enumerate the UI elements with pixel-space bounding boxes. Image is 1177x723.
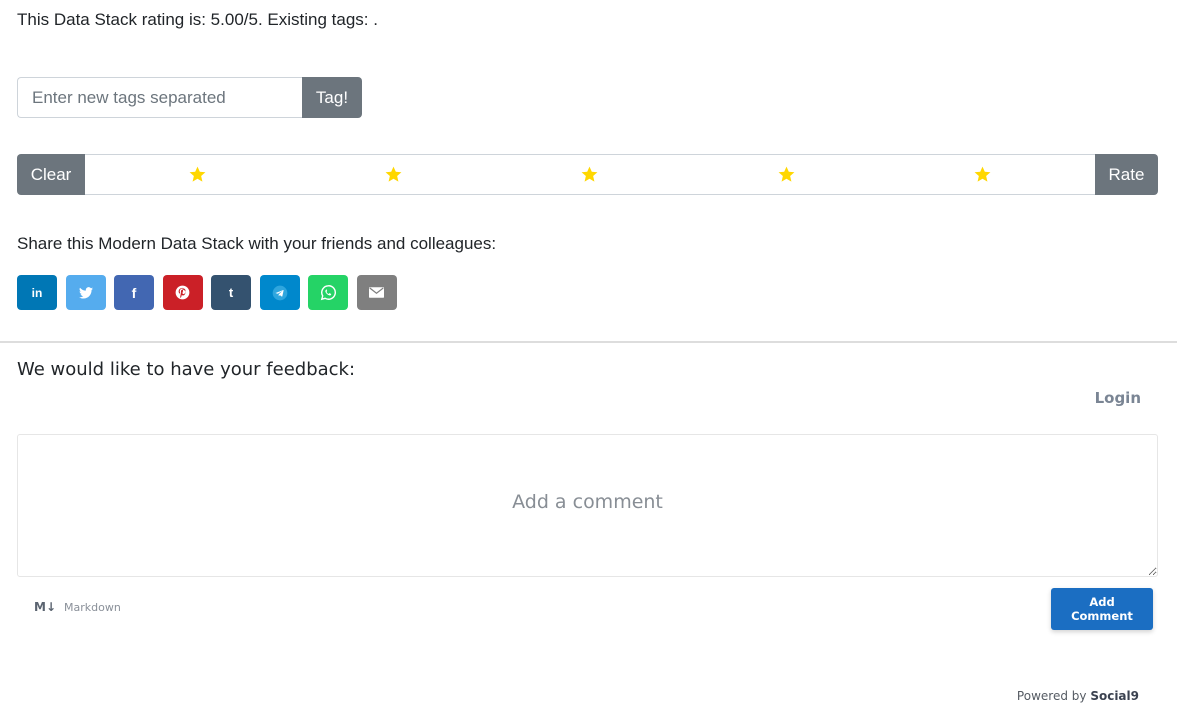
telegram-icon	[272, 285, 287, 300]
share-telegram-button[interactable]	[259, 275, 300, 310]
feedback-heading: We would like to have your feedback:	[17, 359, 356, 380]
rating-summary-text: This Data Stack rating is: 5.00/5. Exist…	[17, 10, 378, 29]
clear-rating-button[interactable]: Clear	[17, 154, 85, 195]
star-2-icon[interactable]	[384, 165, 403, 184]
share-tumblr-button[interactable]: t	[211, 275, 251, 310]
star-rating-widget: Clear Rate	[17, 154, 1158, 195]
share-linkedin-button[interactable]: in	[17, 275, 57, 310]
tags-input[interactable]	[17, 77, 302, 118]
comment-input[interactable]	[17, 434, 1158, 577]
star-list	[85, 154, 1095, 195]
powered-by: Powered by Social9	[1017, 689, 1139, 703]
tag-submit-button[interactable]: Tag!	[302, 77, 362, 118]
login-link[interactable]: Login	[1095, 389, 1141, 407]
share-twitter-button[interactable]	[65, 275, 106, 310]
star-4-icon[interactable]	[777, 165, 796, 184]
share-prompt: Share this Modern Data Stack with your f…	[17, 234, 497, 253]
tag-form: Tag!	[17, 77, 362, 118]
section-divider	[0, 341, 1177, 343]
share-facebook-button[interactable]: f	[114, 275, 154, 310]
markdown-hint: M↓ Markdown	[34, 600, 121, 614]
star-5-icon[interactable]	[973, 165, 992, 184]
tumblr-icon: t	[228, 285, 234, 300]
markdown-label: Markdown	[64, 600, 121, 614]
twitter-icon	[78, 286, 93, 299]
pinterest-icon	[175, 285, 190, 300]
rate-button[interactable]: Rate	[1095, 154, 1158, 195]
share-email-button[interactable]	[356, 275, 397, 310]
share-pinterest-button[interactable]	[162, 275, 203, 310]
share-whatsapp-button[interactable]	[308, 275, 348, 310]
star-1-icon[interactable]	[188, 165, 207, 184]
powered-by-prefix: Powered by	[1016, 689, 1087, 703]
linkedin-icon: in	[31, 285, 43, 300]
share-buttons: in f t	[17, 275, 397, 310]
markdown-icon: M↓	[34, 600, 56, 614]
email-icon	[369, 287, 384, 298]
whatsapp-icon	[320, 285, 336, 301]
facebook-icon: f	[131, 284, 137, 301]
powered-by-brand[interactable]: Social9	[1090, 689, 1139, 703]
add-comment-button[interactable]: Add Comment	[1051, 588, 1153, 630]
star-3-icon[interactable]	[580, 165, 599, 184]
